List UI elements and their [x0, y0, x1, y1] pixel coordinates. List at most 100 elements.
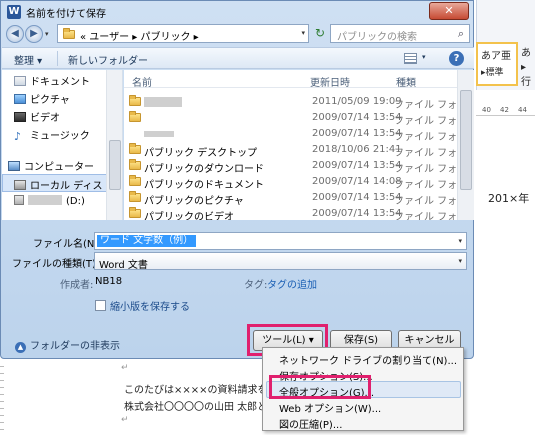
sidebar-item-label: ピクチャ [30, 95, 70, 106]
author-label: 作成者: [60, 280, 94, 291]
video-icon [14, 112, 26, 122]
file-date: 2009/07/14 13:54 [312, 160, 402, 171]
file-date: 2009/07/14 13:54 [312, 112, 402, 123]
folder-icon [63, 28, 75, 39]
style-line[interactable]: あ ▸行 [521, 44, 535, 88]
help-icon[interactable]: ? [449, 51, 464, 66]
search-icon[interactable]: ⌕ [458, 27, 464, 41]
tag-label: タグ: [244, 280, 268, 291]
address-dropdown-icon[interactable]: ▾ [301, 29, 305, 37]
toolbar-divider [57, 51, 58, 66]
file-list-scrollbar-thumb[interactable] [460, 90, 472, 190]
file-row[interactable]: パブリックのドキュメント 2009/07/14 14:08 ファイル フォル [124, 174, 467, 191]
file-date: 2009/07/14 13:54 [312, 208, 402, 219]
file-name: パブリックのビデオ [144, 212, 234, 220]
thumbnail-checkbox-label[interactable]: 縮小版を保存する [110, 298, 190, 313]
address-bar[interactable]: « ユーザー ▸ パブリック ▸ ▾ [57, 24, 309, 43]
drive-icon [14, 195, 24, 205]
file-date: 2011/05/09 19:09 [312, 96, 402, 107]
file-list-scrollbar[interactable] [457, 70, 474, 220]
nav-scrollbar-thumb[interactable] [109, 140, 121, 190]
forward-button[interactable]: ▶ [25, 25, 43, 43]
column-header-type[interactable]: 種類 [396, 74, 416, 89]
filename-label: ファイル名(N): [33, 239, 102, 250]
dialog-title: 名前を付けて保存 [26, 9, 106, 20]
save-as-dialog: W 名前を付けて保存 ✕ ◀ ▶ ▾ « ユーザー ▸ パブリック ▸ ▾ ↻ … [0, 0, 474, 359]
sidebar-item-computer[interactable]: コンピューター [8, 158, 94, 173]
ruler-tick-label: 42 [500, 106, 509, 114]
folder-icon [129, 191, 141, 202]
column-header-name[interactable]: 名前 [132, 74, 152, 89]
filename-input[interactable]: ワード 文字数（例） ▾ [94, 232, 467, 250]
dialog-titlebar: W 名前を付けて保存 ✕ [1, 1, 473, 23]
sidebar-item-music[interactable]: ♪ ミュージック [14, 127, 90, 143]
sidebar-item-drive-d[interactable]: (D:) [14, 195, 85, 207]
hide-folders-label: フォルダーの非表示 [30, 341, 120, 352]
filetype-dropdown-icon[interactable]: ▾ [458, 257, 462, 265]
filetype-select[interactable]: Word 文書 ▾ [94, 252, 467, 271]
file-name: パブリック デスクトップ [144, 148, 258, 159]
filetype-value: Word 文書 [99, 260, 148, 271]
document-date-text: 201×年 [488, 192, 530, 205]
file-row[interactable]: パブリックのダウンロード 2009/07/14 13:54 ファイル フォル [124, 158, 467, 175]
general-options-highlight-annotation [269, 375, 371, 399]
menu-item-map-network-drive[interactable]: ネットワーク ドライブの割り当て(N)... [279, 352, 457, 367]
view-dropdown-icon[interactable]: ▾ [422, 53, 426, 61]
sidebar-item-label: コンピューター [24, 162, 94, 173]
sidebar-item-label: ビデオ [30, 113, 60, 124]
filetype-label: ファイルの種類(T): [12, 259, 100, 270]
paragraph-mark: ↵ [121, 415, 129, 425]
recent-locations-dropdown[interactable]: ▾ [45, 30, 49, 38]
folder-icon [129, 111, 141, 122]
column-header-date[interactable]: 更新日時 [310, 74, 350, 89]
sidebar-item-pictures[interactable]: ピクチャ [14, 91, 70, 106]
menu-item-compress-pictures[interactable]: 図の圧縮(P)... [279, 416, 342, 431]
navigation-pane: ドキュメント ピクチャ ビデオ ♪ ミュージック コンピューター ローカル ディス… [2, 70, 123, 220]
refresh-icon[interactable]: ↻ [312, 26, 328, 42]
folder-icon [129, 159, 141, 170]
file-date: 2009/07/14 13:54 [312, 192, 402, 203]
back-button[interactable]: ◀ [6, 25, 24, 43]
style-normal[interactable]: あア亜 ▸標準 [476, 42, 518, 86]
ruler-tick-label: 44 [518, 106, 527, 114]
file-name: パブリックのドキュメント [144, 180, 264, 191]
sidebar-item-label: ローカル ディス [30, 181, 103, 192]
file-row[interactable]: 2009/07/14 13:54 ファイル フォル [124, 126, 467, 143]
filename-dropdown-icon[interactable]: ▾ [458, 237, 462, 245]
music-icon: ♪ [14, 130, 22, 143]
sidebar-item-label: ドキュメント [30, 77, 90, 88]
file-row[interactable]: パブリック デスクトップ 2018/10/06 21:41 ファイル フォル [124, 142, 467, 159]
file-row[interactable]: パブリックのビデオ 2009/07/14 13:54 ファイル フォル [124, 206, 467, 220]
change-view-icon[interactable] [404, 53, 417, 64]
nav-scrollbar[interactable] [106, 70, 122, 220]
drive-icon [14, 180, 26, 190]
tag-add-link[interactable]: タグの追加 [267, 276, 317, 291]
file-row[interactable]: 2009/07/14 13:54 ファイル フォル [124, 110, 467, 127]
organize-button[interactable]: 整理 ▾ [14, 52, 42, 67]
search-box[interactable]: パブリックの検索 ⌕ [330, 24, 470, 43]
file-row[interactable]: パブリックのピクチャ 2009/07/14 13:54 ファイル フォル [124, 190, 467, 207]
sidebar-item-video[interactable]: ビデオ [14, 109, 60, 124]
file-row[interactable]: 2011/05/09 19:09 ファイル フォル [124, 94, 467, 111]
hide-folders-toggle[interactable]: ▲ フォルダーの非表示 [15, 337, 120, 353]
pictures-icon [14, 94, 26, 104]
sidebar-item-documents[interactable]: ドキュメント [14, 73, 90, 88]
paragraph-mark: ↵ [121, 363, 129, 373]
file-date: 2009/07/14 14:08 [312, 176, 402, 187]
menu-item-web-options[interactable]: Web オプション(W)... [279, 400, 381, 415]
document-line-2: 株式会社〇〇〇〇の山田 太郎と [124, 402, 268, 413]
file-date: 2009/07/14 13:54 [312, 128, 402, 139]
sidebar-item-local-disk[interactable]: ローカル ディス [14, 177, 102, 192]
close-button[interactable]: ✕ [429, 2, 469, 20]
file-list-pane: 名前 更新日時 種類 2011/05/09 19:09 ファイル フォル 200… [124, 70, 474, 220]
redacted-folder-name [144, 131, 174, 137]
thumbnail-checkbox[interactable] [95, 300, 106, 311]
address-row: ◀ ▶ ▾ « ユーザー ▸ パブリック ▸ ▾ ↻ パブリックの検索 ⌕ [1, 23, 473, 45]
author-value[interactable]: NB18 [95, 276, 122, 287]
search-placeholder: パブリックの検索 [337, 32, 417, 43]
address-path[interactable]: « ユーザー ▸ パブリック ▸ [80, 28, 199, 43]
folder-icon [129, 175, 141, 186]
filename-value[interactable]: ワード 文字数（例） [97, 235, 197, 247]
new-folder-button[interactable]: 新しいフォルダー [68, 52, 148, 67]
horizontal-ruler: 40 42 44 [476, 104, 535, 116]
